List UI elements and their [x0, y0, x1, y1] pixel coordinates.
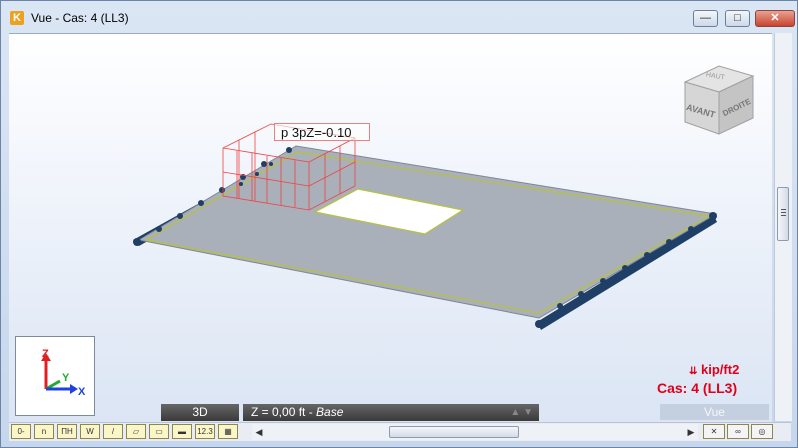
work-plane-selector[interactable]: Z = 0,00 ft - Base ▲ ▼ — [243, 404, 539, 421]
load-arrows-icon: ⇊ — [689, 366, 698, 377]
toolbar-button-sections[interactable]: ПН — [57, 424, 77, 439]
horizontal-scrollbar[interactable]: ◀ ▶ — [252, 424, 698, 440]
maximize-icon: □ — [734, 12, 741, 24]
toolbar-button-bars[interactable]: / — [103, 424, 123, 439]
case-label: Cas: 4 (LL3) — [657, 380, 738, 396]
axes-indicator: Z Y X — [15, 336, 95, 416]
plane-arrows-icon[interactable]: ▲ ▼ — [510, 404, 533, 421]
toolbar-button-loads[interactable]: W — [80, 424, 100, 439]
view-toolbar: 0- n ПН W / ▱ ▭ ▬ 12.3 ▦ ◀ ▶ ✕ ∞ ◎ — [9, 422, 791, 441]
close-icon: ✕ — [770, 12, 780, 24]
maximize-button[interactable]: □ — [725, 10, 750, 27]
toolbar-button-display[interactable]: ▦ — [218, 424, 238, 439]
minimize-button[interactable]: — — [693, 10, 718, 27]
toolbar-button-panels[interactable]: ▱ — [126, 424, 146, 439]
scroll-left-icon[interactable]: ◀ — [252, 424, 266, 440]
vertical-scrollbar[interactable] — [774, 33, 792, 421]
load-value-label: p 3pZ=-0.10 — [274, 123, 370, 141]
minimize-icon: — — [700, 12, 711, 24]
model-scene — [133, 123, 718, 330]
z-axis-label: Z — [42, 348, 49, 360]
vertical-scroll-thumb[interactable] — [777, 187, 789, 241]
mode-3d-button[interactable]: 3D — [161, 404, 239, 421]
horizontal-scroll-thumb[interactable] — [389, 426, 519, 438]
close-button[interactable]: ✕ — [755, 10, 795, 27]
y-axis-label: Y — [62, 372, 70, 384]
axes-triad: Z Y X — [41, 348, 86, 398]
toolbar-button-nodes[interactable]: 0- — [11, 424, 31, 439]
3d-viewport[interactable]: HAUT AVANT DROITE p 3pZ=-0.10 Z Y X ⇊ ki… — [9, 33, 772, 422]
toolbar-button-shading[interactable]: ▭ — [149, 424, 169, 439]
window-title: Vue - Cas: 4 (LL3) — [31, 11, 129, 25]
toolbar-button-no-selection[interactable]: ✕ — [703, 424, 725, 439]
scroll-right-icon[interactable]: ▶ — [684, 424, 698, 440]
units-label: ⇊ kip/ft2 — [689, 362, 739, 377]
units-text: kip/ft2 — [701, 362, 740, 377]
view-cube[interactable]: HAUT AVANT DROITE — [679, 52, 759, 142]
toolbar-button-glasses[interactable]: ∞ — [727, 424, 749, 439]
work-plane-name: Base — [316, 405, 344, 419]
toolbar-button-thickness[interactable]: ▬ — [172, 424, 192, 439]
toolbar-button-values[interactable]: 12.3 — [195, 424, 215, 439]
work-plane-prefix: Z = 0,00 ft - — [251, 405, 317, 419]
x-axis-label: X — [78, 386, 86, 398]
toolbar-button-supports[interactable]: n — [34, 424, 54, 439]
view-tab[interactable]: Vue — [660, 404, 769, 420]
app-logo-icon: K — [10, 11, 24, 25]
title-bar[interactable]: K Vue - Cas: 4 (LL3) — □ ✕ — [1, 1, 797, 33]
toolbar-button-view-options[interactable]: ◎ — [751, 424, 773, 439]
app-window: K Vue - Cas: 4 (LL3) — □ ✕ HAUT AVANT DR… — [0, 0, 798, 448]
